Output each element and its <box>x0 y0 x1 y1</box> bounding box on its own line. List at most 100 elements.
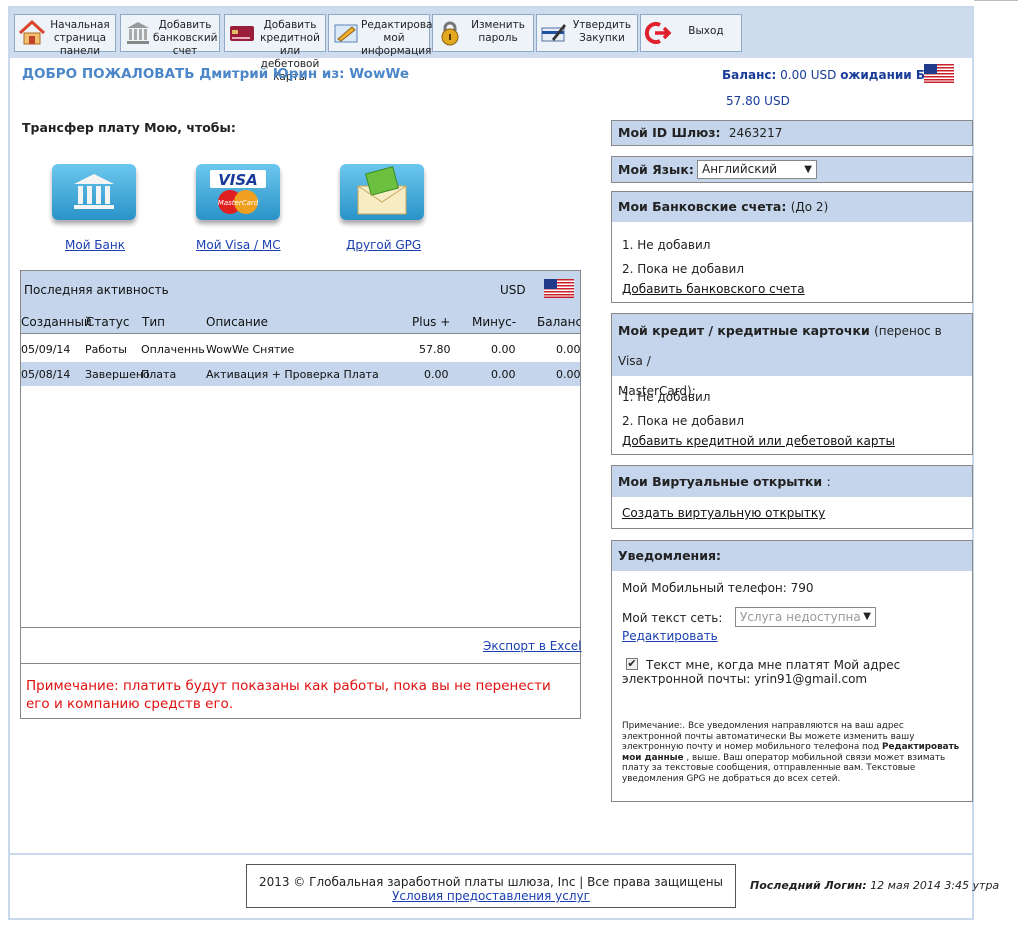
nav-logout-button[interactable]: Выход <box>640 14 742 52</box>
row-description: WowWe Снятие <box>206 343 295 356</box>
virtual-cards-panel: Мои Виртуальные открытки : Создать вирту… <box>611 465 973 529</box>
recent-activity-panel: Последняя активность USD Созданный Стату… <box>20 270 582 719</box>
svg-text:VISA: VISA <box>218 171 258 189</box>
activity-currency: USD <box>500 283 526 297</box>
create-virtual-card-link[interactable]: Создать виртуальную открытку <box>622 506 825 520</box>
approve-icon <box>541 24 566 42</box>
language-header: Мой Язык: Английский ▼ <box>612 157 972 182</box>
col-created[interactable]: Созданный <box>21 315 92 329</box>
transfer-card-tile[interactable]: VISA MasterCard <box>196 164 280 220</box>
row-created: 05/09/14 <box>21 343 71 356</box>
row-minus: 0.00 <box>491 368 516 381</box>
language-select[interactable]: Английский ▼ <box>697 160 817 179</box>
notifications-header: Уведомления: <box>612 541 972 571</box>
col-description[interactable]: Описание <box>206 315 268 329</box>
edit-icon <box>334 24 358 43</box>
row-type: Плата <box>141 368 177 381</box>
nav-change-password-label: Изменить пароль <box>471 19 525 44</box>
mobile-phone-label: Мой Мобильный телефон: <box>622 581 787 595</box>
table-row[interactable]: 05/08/14 Завершено Плата Активация + Про… <box>21 362 581 386</box>
envelope-money-icon <box>357 166 407 215</box>
table-row[interactable]: 05/09/14 Работы Оплаченный WowWe Снятие … <box>21 338 581 362</box>
footer-copyright: 2013 © Глобальная заработной платы шлюза… <box>258 875 724 889</box>
last-login-label: Последний Логин: <box>750 879 867 892</box>
row-plus: 0.00 <box>424 368 449 381</box>
edit-notifications-link[interactable]: Редактировать <box>622 629 718 643</box>
bank-accounts-limit: (До 2) <box>790 200 829 214</box>
nav-home-button[interactable]: Начальная страница панели <box>14 14 116 57</box>
window-edge <box>974 0 1018 1</box>
virtual-cards-header: Мои Виртуальные открытки : <box>612 466 972 497</box>
col-status[interactable]: Статус <box>86 315 129 329</box>
col-plus[interactable]: Plus + <box>412 315 450 329</box>
bank-accounts-header: Мои Банковские счета: (До 2) <box>612 192 972 222</box>
nav-approve-purchases-label: Утвердить Закупки <box>572 19 632 44</box>
add-credit-card-link[interactable]: Добавить кредитной или дебетовой карты <box>622 434 895 448</box>
transfer-gpg-tile[interactable] <box>340 164 424 220</box>
nav-add-bank-button[interactable]: Добавить банковский счет <box>120 14 220 57</box>
lock-icon <box>441 21 459 46</box>
transfer-gpg-link[interactable]: Другой GPG <box>346 238 421 252</box>
row-balance: 0.00 <box>556 343 581 356</box>
notifications-panel: Уведомления: Мой Мобильный телефон: 790 … <box>611 540 973 802</box>
nav-add-card-button[interactable]: Добавить кредитной или дебетовой карты <box>224 14 326 83</box>
activity-title: Последняя активность <box>24 283 169 297</box>
welcome-message: ДОБРО ПОЖАЛОВАТЬ Дмитрий Юрин из: WowWe <box>22 66 409 82</box>
mobile-phone-row: Мой Мобильный телефон: 790 <box>622 581 814 595</box>
balance-value: 0.00 USD <box>780 68 837 82</box>
visa-mastercard-icon: VISA MasterCard <box>210 170 266 214</box>
chevron-down-icon: ▼ <box>863 611 871 622</box>
gateway-id-header: Мой ID Шлюз: 2463217 <box>612 121 972 145</box>
footer-box: 2013 © Глобальная заработной платы шлюза… <box>246 864 736 908</box>
home-icon <box>18 19 46 45</box>
svg-text:MasterCard: MasterCard <box>218 199 259 207</box>
credit-card-item: 2. Пока не добавил <box>622 414 745 428</box>
us-flag-icon <box>924 64 954 83</box>
activity-us-flag-icon <box>544 279 574 298</box>
virtual-cards-title: Мои Виртуальные открытки <box>618 474 823 489</box>
bank-account-item: 1. Не добавил <box>622 238 711 252</box>
last-login-value: 12 мая 2014 3:45 утра <box>870 879 1000 892</box>
virtual-cards-suffix: : <box>826 474 831 489</box>
pending-balance-value: 57.80 USD <box>726 94 790 108</box>
top-navigation-bar: Начальная страница панели Добавить банко… <box>10 8 972 83</box>
nav-add-bank-label: Добавить банковский счет <box>153 19 218 57</box>
nav-edit-info-label: Редактировать мой информация <box>361 19 445 57</box>
notifications-fine-print: Примечание:. Все уведомления направляютс… <box>622 721 964 784</box>
balance-label: Баланс: <box>722 68 777 82</box>
nav-change-password-button[interactable]: Изменить пароль <box>432 14 534 52</box>
row-type: Оплаченный <box>141 343 205 356</box>
row-status: Работы <box>85 343 127 356</box>
text-network-select[interactable]: Услуга недоступна ▼ <box>735 607 876 627</box>
note-divider <box>21 663 580 664</box>
dashboard-frame: Начальная страница панели Добавить банко… <box>8 6 999 920</box>
col-balance[interactable]: Баланс <box>537 315 580 329</box>
mobile-phone-value: 790 <box>790 581 814 595</box>
credit-cards-header: Мой кредит / кредитные карточки (перенос… <box>612 314 972 398</box>
add-bank-account-link[interactable]: Добавить банковского счета <box>622 282 805 296</box>
fine-print-text-a: Примечание:. Все уведомления направляютс… <box>622 721 915 752</box>
bank-accounts-panel: Мои Банковские счета: (До 2) 1. Не добав… <box>611 191 973 303</box>
nav-edit-info-button[interactable]: Редактировать мой информация <box>328 14 445 57</box>
last-login: Последний Логин: 12 мая 2014 3:45 утра <box>750 879 999 892</box>
text-on-payment-label: Текст мне, когда мне платят Мой адрес эл… <box>622 658 901 686</box>
bank-account-item: 2. Пока не добавил <box>622 262 745 276</box>
export-excel-link[interactable]: Экспорт в Excel <box>483 639 582 653</box>
col-type[interactable]: Тип <box>142 315 165 329</box>
activity-note: Примечание: платить будут показаны как р… <box>26 678 551 712</box>
credit-cards-title: Мой кредит / кредитные карточки <box>618 323 870 338</box>
footer-divider <box>10 853 972 855</box>
credit-card-item: 1. Не добавил <box>622 390 711 404</box>
bank-icon <box>127 22 149 44</box>
col-minus[interactable]: Минус- <box>472 315 516 329</box>
transfer-bank-link[interactable]: Мой Банк <box>65 238 125 252</box>
gateway-id-value: 2463217 <box>728 126 783 140</box>
logout-icon <box>644 22 672 44</box>
transfer-bank-tile[interactable] <box>52 164 136 220</box>
gateway-id-label: Мой ID Шлюз: <box>618 125 721 140</box>
language-selected: Английский <box>702 162 778 176</box>
chevron-down-icon: ▼ <box>804 164 812 175</box>
nav-approve-purchases-button[interactable]: Утвердить Закупки <box>536 14 638 52</box>
transfer-card-link[interactable]: Мой Visa / MC <box>196 238 281 252</box>
terms-of-service-link[interactable]: Условия предоставления услуг <box>392 889 590 903</box>
